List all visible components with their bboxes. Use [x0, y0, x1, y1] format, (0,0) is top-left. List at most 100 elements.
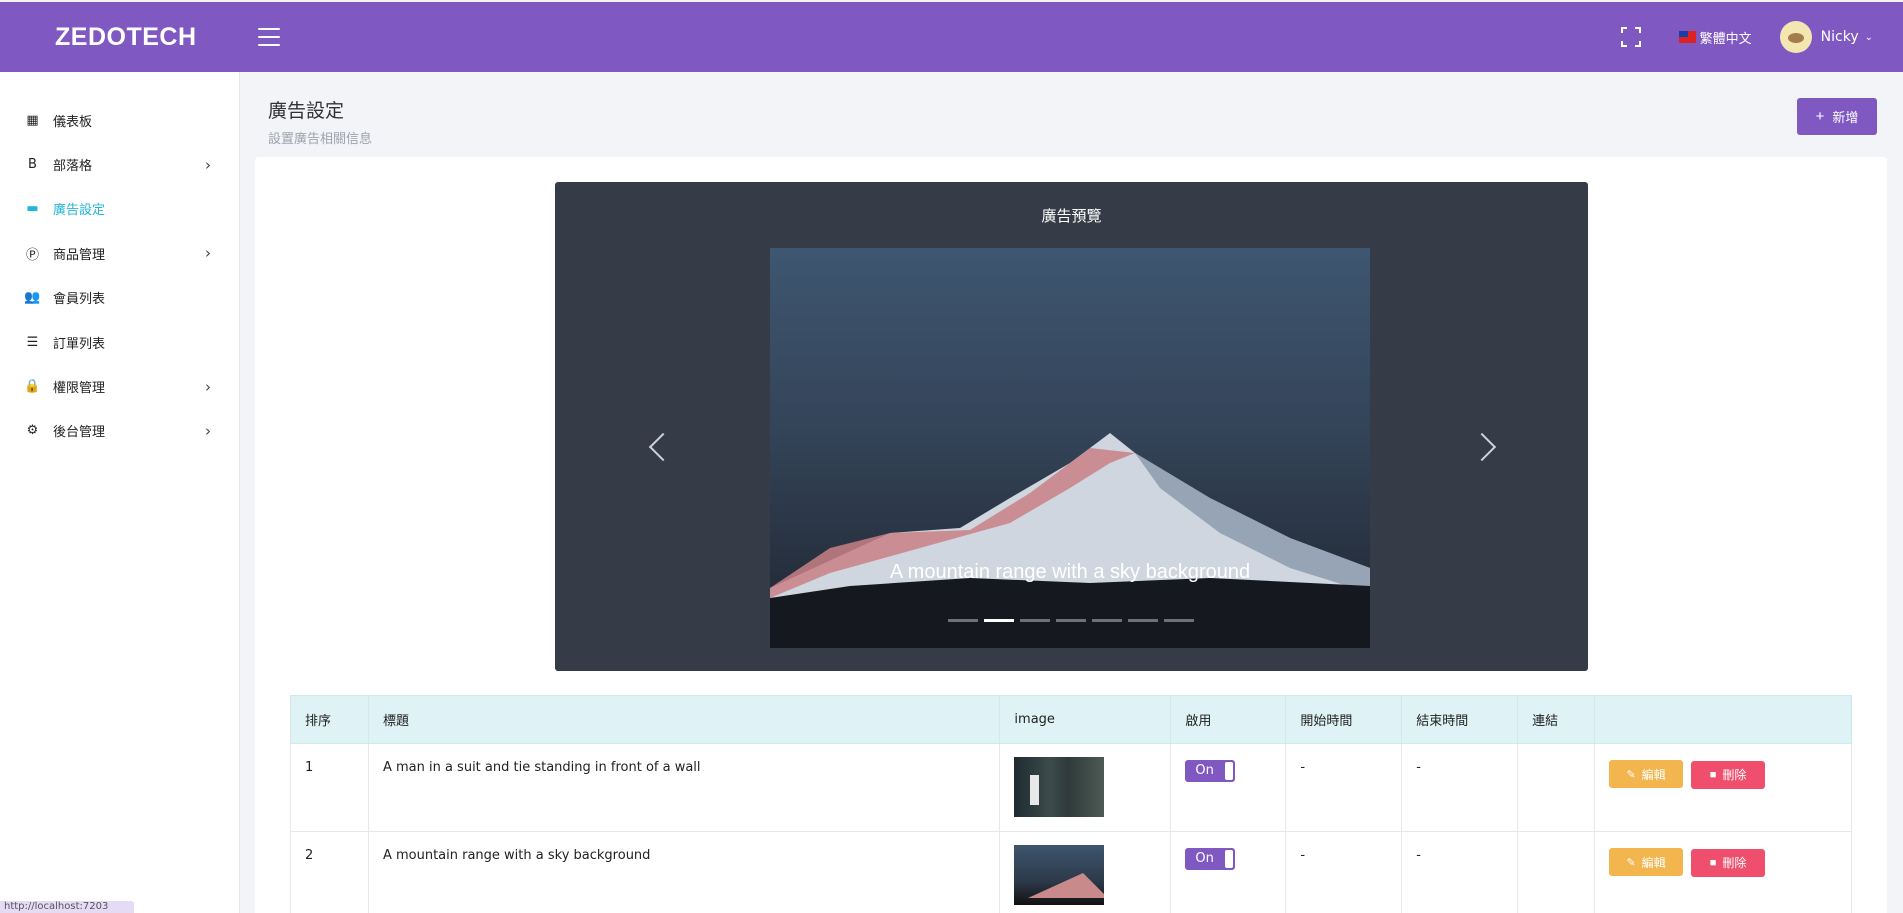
page-subtitle: 設置廣告相關信息	[268, 132, 373, 147]
cell-order: 1	[290, 743, 369, 832]
cell-actions: ✎ 編輯 ■ 刪除	[1594, 743, 1852, 832]
edit-label: 編輯	[1641, 855, 1666, 870]
edit-label: 編輯	[1641, 767, 1666, 782]
trash-icon: ■	[1709, 856, 1717, 869]
delete-label: 刪除	[1722, 856, 1747, 870]
carousel-next-icon[interactable]	[1476, 432, 1496, 462]
column-header: 開始時間	[1285, 695, 1403, 744]
carousel-indicator[interactable]	[1128, 619, 1158, 622]
orders-icon: ☰	[26, 334, 39, 350]
carousel-slide: A mountain range with a sky background	[770, 248, 1370, 648]
page-title: 廣告設定	[268, 100, 345, 122]
cell-start: -	[1285, 831, 1403, 913]
add-button-label: 新增	[1832, 110, 1859, 125]
cell-link	[1517, 831, 1596, 913]
chevron-right-icon: ›	[205, 155, 211, 174]
user-name: Nicky	[1820, 29, 1859, 45]
sidebar-item-label: 儀表板	[53, 114, 93, 130]
sidebar-item-label: 商品管理	[53, 247, 106, 263]
carousel-indicator[interactable]	[1164, 619, 1194, 622]
cell-image	[999, 743, 1172, 832]
column-header: image	[999, 695, 1172, 744]
user-menu[interactable]: Nicky ⌄	[1779, 21, 1873, 53]
carousel-prev-icon[interactable]	[647, 432, 667, 462]
avatar	[1779, 21, 1812, 53]
carousel-indicator[interactable]	[984, 619, 1014, 622]
column-header	[1594, 695, 1852, 744]
cell-enabled: On	[1170, 831, 1287, 913]
status-bar-url: http://localhost:7203	[0, 901, 134, 913]
carousel-indicator[interactable]	[948, 619, 978, 622]
enabled-toggle[interactable]: On	[1185, 760, 1236, 782]
preview-title: 廣告預覽	[1041, 207, 1102, 225]
cell-actions: ✎ 編輯 ■ 刪除	[1594, 831, 1852, 913]
cell-end: -	[1401, 831, 1519, 913]
sidebar-item-label: 權限管理	[53, 381, 106, 397]
language-selector[interactable]: 繁體中文	[1678, 28, 1752, 47]
cell-image	[999, 831, 1172, 913]
language-label: 繁體中文	[1699, 31, 1752, 47]
table-row: 2 A mountain range with a sky background…	[290, 831, 1852, 913]
edit-button[interactable]: ✎ 編輯	[1609, 848, 1684, 876]
thumbnail-image	[1014, 757, 1105, 817]
ad-icon: ▬	[26, 201, 39, 217]
cell-start: -	[1285, 743, 1403, 832]
slide-caption: A mountain range with a sky background	[889, 561, 1251, 583]
column-header: 標題	[367, 695, 1001, 744]
taiwan-flag-icon	[1678, 31, 1696, 43]
add-button[interactable]: + 新增	[1797, 98, 1877, 135]
edit-button[interactable]: ✎ 編輯	[1609, 760, 1684, 788]
sidebar-item-label: 訂單列表	[53, 336, 106, 352]
ad-preview: 廣告預覽 A mountain range with a sky backgro…	[555, 182, 1588, 671]
sidebar-menu: ▦ 儀表板 B 部落格 › ▬ 廣告設定 Ⓟ 商品管理 › 👥 會員列表 ☰ 訂…	[0, 72, 239, 453]
members-icon: 👥	[24, 290, 41, 306]
header-actions: 繁體中文 Nicky ⌄	[1620, 21, 1903, 53]
delete-label: 刪除	[1722, 768, 1747, 782]
sidebar-item-ads[interactable]: ▬ 廣告設定	[0, 187, 239, 231]
chevron-right-icon: ›	[205, 244, 211, 263]
menu-toggle-icon[interactable]	[258, 28, 280, 46]
chevron-right-icon: ›	[205, 377, 211, 396]
delete-button[interactable]: ■ 刪除	[1691, 848, 1766, 877]
table-header-row: 排序 標題 image 啟用 開始時間 結束時間 連結	[290, 695, 1852, 744]
sidebar-item-label: 部落格	[53, 159, 93, 175]
carousel-indicator[interactable]	[1020, 619, 1050, 622]
sidebar-item-label: 會員列表	[53, 292, 106, 308]
top-navbar: ZEDOTECH 繁體中文 Nicky ⌄	[0, 2, 1903, 72]
sidebar-item-blog[interactable]: B 部落格 ›	[0, 142, 239, 186]
carousel-indicator[interactable]	[1092, 619, 1122, 622]
delete-button[interactable]: ■ 刪除	[1691, 760, 1766, 789]
product-icon: Ⓟ	[25, 247, 39, 263]
cell-enabled: On	[1170, 743, 1287, 832]
blog-icon: B	[28, 157, 37, 173]
chevron-right-icon: ›	[205, 421, 211, 440]
sidebar-item-orders[interactable]: ☰ 訂單列表	[0, 320, 239, 364]
sidebar-item-members[interactable]: 👥 會員列表	[0, 276, 239, 320]
sidebar-item-label: 後台管理	[53, 425, 106, 441]
sidebar-item-admin[interactable]: ⚙ 後台管理 ›	[0, 409, 239, 453]
sidebar-item-products[interactable]: Ⓟ 商品管理 ›	[0, 231, 239, 275]
settings-icon: ⚙	[26, 423, 39, 439]
fullscreen-icon[interactable]	[1620, 27, 1641, 47]
sidebar-item-permissions[interactable]: 🔒 權限管理 ›	[0, 364, 239, 408]
sidebar-item-dashboard[interactable]: ▦ 儀表板	[0, 98, 239, 142]
ads-table: 排序 標題 image 啟用 開始時間 結束時間 連結 1 A man in a…	[290, 695, 1852, 913]
carousel-indicator[interactable]	[1056, 619, 1086, 622]
cell-title: A mountain range with a sky background	[367, 831, 1001, 913]
sidebar-item-label: 廣告設定	[53, 203, 106, 219]
trash-icon: ■	[1709, 768, 1717, 781]
mountain-image	[770, 433, 1370, 648]
plus-icon: +	[1815, 108, 1825, 125]
enabled-toggle[interactable]: On	[1185, 848, 1236, 870]
cell-title: A man in a suit and tie standing in fron…	[367, 743, 1001, 832]
dashboard-icon: ▦	[26, 112, 39, 128]
chevron-down-icon: ⌄	[1864, 31, 1873, 43]
column-header: 啟用	[1170, 695, 1287, 744]
carousel-indicators	[948, 619, 1200, 622]
permission-icon: 🔒	[24, 379, 41, 395]
column-header: 連結	[1517, 695, 1596, 744]
cell-end: -	[1401, 743, 1519, 832]
thumbnail-image	[1014, 845, 1105, 905]
table-row: 1 A man in a suit and tie standing in fr…	[290, 743, 1852, 832]
brand-logo[interactable]: ZEDOTECH	[0, 23, 240, 52]
